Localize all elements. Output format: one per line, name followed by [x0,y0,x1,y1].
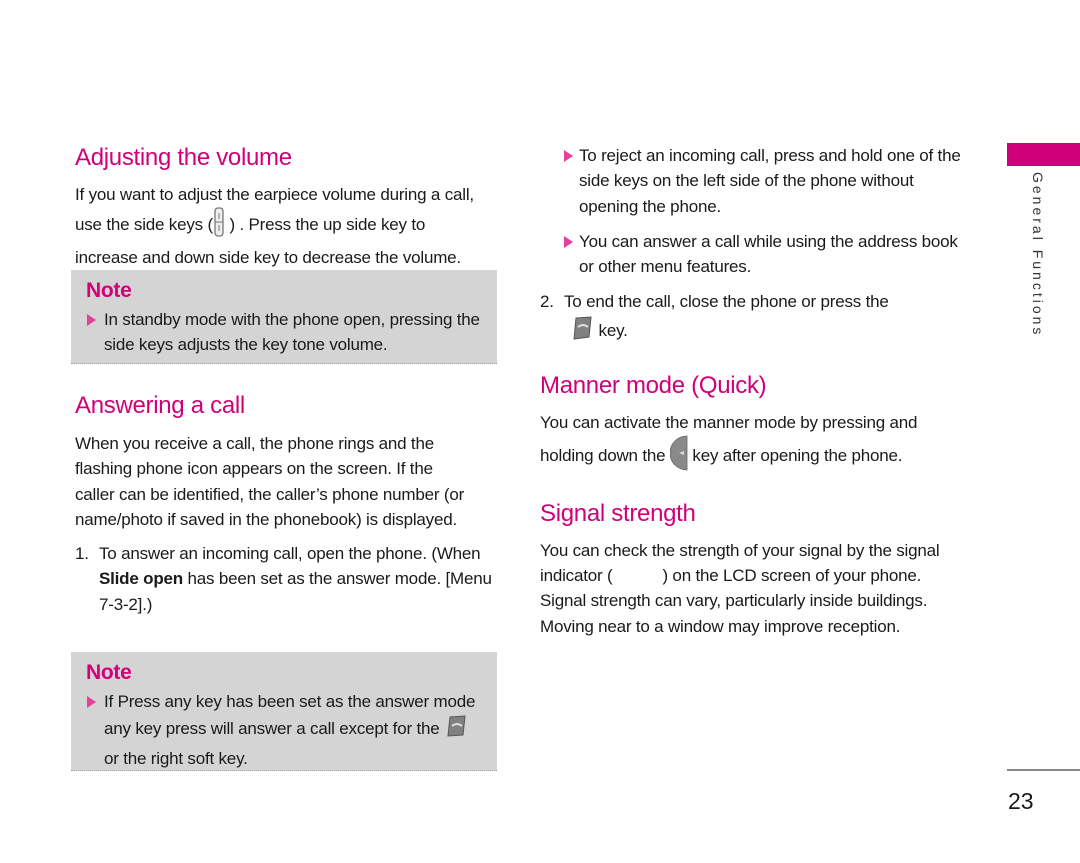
heading-adjusting-volume: Adjusting the volume [75,144,292,171]
page-number: 23 [1008,788,1034,814]
heading-signal-strength: Signal strength [540,499,696,527]
note-bullet: If Press any key has been set as the ans… [71,689,484,771]
right-column: To reject an incoming call, press and ho… [540,143,970,639]
note-title: Note [86,279,132,302]
manner-paragraph: You can activate the manner mode by pres… [540,410,950,479]
note-box-volume: Note In standby mode with the phone open… [71,270,497,364]
side-keys-icon [213,207,225,244]
footer-rule [1007,769,1080,771]
bullet-triangle-icon [564,235,573,248]
volume-paragraph: If you want to adjust the earpiece volum… [75,185,474,267]
manner-key-icon [669,435,688,478]
left-column: Adjusting the volume If you want to adju… [75,143,495,270]
heading-manner-mode: Manner mode (Quick) [540,372,767,400]
answering-section: Answering a call When you receive a call… [75,391,495,617]
chapter-tab [1007,143,1080,166]
end-key-icon [570,315,594,348]
bullet-triangle-icon [87,314,96,326]
heading-answering-call: Answering a call [75,392,245,419]
bullet-triangle-icon [87,696,96,708]
bullet-answer-while-using: You can answer a call while using the ad… [540,229,964,280]
step-2: 2. To end the call, close the phone or p… [540,289,964,348]
bullet-reject-call: To reject an incoming call, press and ho… [540,143,964,219]
bullet-triangle-icon [564,150,573,162]
end-key-icon [444,714,468,745]
signal-indicator-icon [612,568,662,584]
note-bullet: In standby mode with the phone open, pre… [71,307,480,358]
signal-paragraph: You can check the strength of your signa… [540,540,940,636]
slide-open-label: Slide open [99,569,183,589]
note-box-answer: Note If Press any key has been set as th… [71,652,497,771]
answering-paragraph: When you receive a call, the phone rings… [75,434,465,529]
chapter-label: General Functions [1030,172,1046,338]
step-1: 1. To answer an incoming call, open the … [75,544,492,614]
note-title: Note [86,661,132,684]
